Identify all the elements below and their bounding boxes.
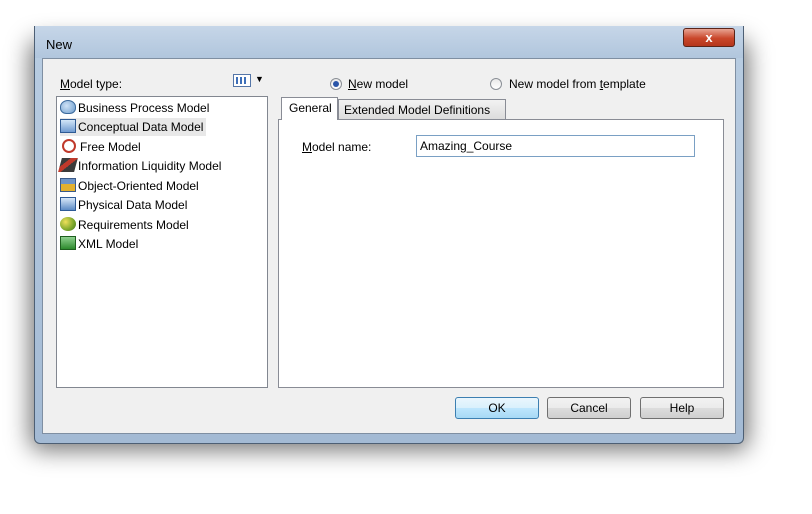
title-bar[interactable]: New x	[35, 26, 743, 58]
list-item-information-liquidity-model[interactable]: Information Liquidity Model	[58, 157, 224, 175]
template-label-text-before: New model from	[509, 77, 600, 91]
new-model-from-template-radio[interactable]	[490, 78, 502, 90]
window-title: New	[46, 37, 73, 52]
list-item-label: Information Liquidity Model	[78, 159, 222, 173]
list-item-label: Requirements Model	[78, 218, 189, 232]
object-oriented-model-icon	[60, 178, 76, 192]
model-type-label-accelerator: M	[60, 77, 70, 91]
model-name-label: Model name:	[302, 140, 371, 154]
list-item-physical-data-model[interactable]: Physical Data Model	[60, 196, 190, 214]
new-model-dialog: New x Model type: ▼ Business Process Mod…	[34, 26, 744, 444]
ok-button[interactable]: OK	[455, 397, 539, 419]
conceptual-data-model-icon	[60, 119, 76, 133]
list-item-label: Object-Oriented Model	[78, 179, 199, 193]
list-view-icon[interactable]	[233, 74, 251, 87]
model-name-label-text: odel name:	[312, 140, 372, 154]
model-name-accelerator: M	[302, 140, 312, 154]
chevron-down-icon[interactable]: ▼	[255, 74, 264, 84]
list-item-label: XML Model	[78, 237, 139, 251]
new-model-radio-label[interactable]: New model	[348, 77, 408, 91]
list-item-conceptual-data-model[interactable]: Conceptual Data Model	[60, 118, 207, 136]
tab-extended-model-definitions[interactable]: Extended Model Definitions	[338, 99, 506, 119]
list-item-label: Business Process Model	[78, 101, 210, 115]
general-tab-panel	[278, 119, 724, 388]
model-name-input[interactable]	[416, 135, 695, 157]
requirements-model-icon	[60, 217, 76, 231]
list-item-label: Physical Data Model	[78, 198, 188, 212]
business-process-model-icon	[60, 100, 76, 114]
model-type-list[interactable]: Business Process Model Conceptual Data M…	[56, 96, 268, 388]
dialog-body: Model type: ▼ Business Process Model Con…	[42, 58, 736, 434]
list-item-label: Free Model	[80, 140, 141, 154]
xml-model-icon	[60, 236, 76, 250]
new-model-label-text: ew model	[356, 77, 409, 91]
free-model-icon	[62, 139, 76, 153]
template-label-text-after: emplate	[603, 77, 646, 91]
list-item-label: Conceptual Data Model	[78, 120, 204, 134]
cancel-button[interactable]: Cancel	[547, 397, 631, 419]
list-item-object-oriented-model[interactable]: Object-Oriented Model	[60, 177, 202, 195]
list-item-free-model[interactable]: Free Model	[60, 138, 144, 156]
list-item-business-process-model[interactable]: Business Process Model	[60, 99, 212, 117]
new-model-radio[interactable]	[330, 78, 342, 90]
new-model-accelerator: N	[348, 77, 357, 91]
close-button[interactable]: x	[683, 28, 735, 47]
model-type-label-text: odel type:	[70, 77, 123, 91]
information-liquidity-model-icon	[58, 158, 78, 172]
tab-general[interactable]: General	[281, 97, 338, 120]
list-item-xml-model[interactable]: XML Model	[60, 235, 141, 253]
new-model-from-template-radio-label[interactable]: New model from template	[509, 77, 646, 91]
list-item-requirements-model[interactable]: Requirements Model	[60, 216, 192, 234]
help-button[interactable]: Help	[640, 397, 724, 419]
model-type-label: Model type:	[60, 77, 122, 91]
physical-data-model-icon	[60, 197, 76, 211]
